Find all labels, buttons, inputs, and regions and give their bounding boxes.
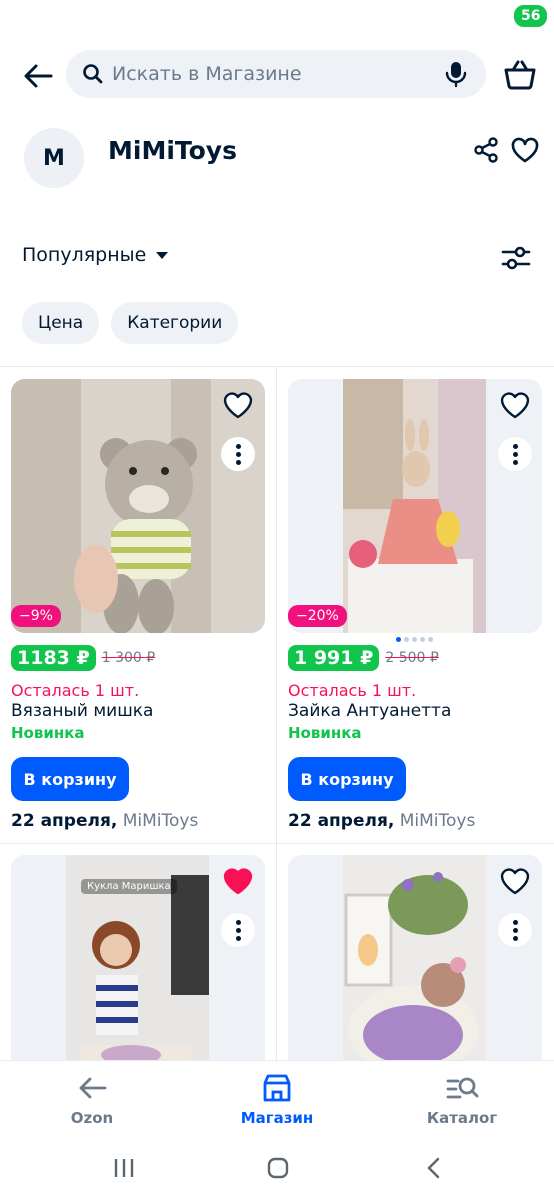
grid-divider	[0, 843, 554, 844]
favorite-heart-icon[interactable]	[510, 136, 540, 164]
new-badge: Новинка	[11, 724, 85, 742]
nav-label: Каталог	[426, 1109, 498, 1127]
image-caption: Кукла Маришка	[81, 879, 177, 894]
price-row: 1 991 ₽ 2 500 ₽	[288, 645, 439, 671]
more-options-button[interactable]	[221, 437, 255, 471]
favorite-heart-icon[interactable]	[498, 389, 532, 421]
product-grid: −9% 1183 ₽ 1 300 ₽ Осталась 1 шт. Вязаны…	[0, 366, 554, 1060]
favorite-heart-filled-icon[interactable]	[221, 865, 255, 897]
discount-badge: −20%	[288, 605, 347, 627]
favorite-heart-icon[interactable]	[498, 865, 532, 897]
stock-note: Осталась 1 шт.	[288, 681, 417, 700]
recent-apps-icon[interactable]	[112, 1156, 136, 1180]
bottom-nav: Ozon Магазин Каталог	[0, 1060, 554, 1140]
filter-icon[interactable]	[500, 242, 532, 274]
price: 1183 ₽	[11, 645, 96, 671]
cart-count-badge: 56	[512, 3, 550, 29]
more-options-button[interactable]	[498, 913, 532, 947]
caret-down-icon	[156, 251, 169, 259]
chip-price[interactable]: Цена	[22, 302, 100, 344]
microphone-icon[interactable]	[444, 60, 468, 88]
old-price: 2 500 ₽	[385, 650, 439, 666]
more-options-button[interactable]	[498, 437, 532, 471]
nav-item-ozon[interactable]: Ozon	[22, 1071, 162, 1127]
stock-note: Осталась 1 шт.	[11, 681, 140, 700]
top-bar: Искать в Магазине	[0, 48, 554, 102]
delivery-date: 22 апреля,	[288, 811, 395, 831]
seller-name[interactable]: MiMiToys	[400, 811, 476, 831]
arrow-left-icon	[24, 64, 53, 88]
store-header: M MiMiToys	[0, 128, 554, 192]
filter-chips: Цена Категории	[22, 302, 239, 344]
price-row: 1183 ₽ 1 300 ₽	[11, 645, 155, 671]
add-to-cart-button[interactable]: В корзину	[288, 757, 406, 801]
arrow-left-icon	[79, 1077, 107, 1099]
nav-label: Ozon	[70, 1109, 114, 1127]
back-nav-icon[interactable]	[422, 1156, 446, 1180]
delivery-date: 22 апреля,	[11, 811, 118, 831]
store-name[interactable]: MiMiToys	[108, 136, 237, 165]
share-icon[interactable]	[472, 136, 500, 164]
search-placeholder: Искать в Магазине	[112, 63, 302, 85]
search-icon	[83, 64, 103, 84]
nav-item-store[interactable]: Магазин	[207, 1071, 347, 1127]
nav-label: Магазин	[240, 1109, 314, 1127]
delivery-info: 22 апреля, MiMiToys	[11, 811, 198, 831]
system-nav-bar	[0, 1140, 554, 1200]
cart-icon[interactable]	[500, 54, 540, 94]
seller-name[interactable]: MiMiToys	[123, 811, 199, 831]
search-input[interactable]: Искать в Магазине	[66, 50, 486, 98]
more-options-button[interactable]	[221, 913, 255, 947]
chip-categories[interactable]: Категории	[111, 302, 239, 344]
old-price: 1 300 ₽	[101, 650, 156, 666]
new-badge: Новинка	[288, 724, 362, 742]
sort-label: Популярные	[22, 244, 147, 266]
store-icon	[263, 1074, 291, 1102]
price: 1 991 ₽	[288, 645, 380, 671]
delivery-info: 22 апреля, MiMiToys	[288, 811, 475, 831]
discount-badge: −9%	[11, 605, 61, 627]
grid-divider	[276, 367, 277, 1060]
sort-dropdown[interactable]: Популярные	[22, 244, 169, 266]
nav-item-catalog[interactable]: Каталог	[392, 1071, 532, 1127]
store-avatar[interactable]: M	[24, 128, 84, 188]
product-title[interactable]: Вязаный мишка	[11, 701, 153, 721]
image-pager	[396, 637, 433, 642]
back-button[interactable]	[18, 56, 58, 96]
home-icon[interactable]	[266, 1156, 290, 1180]
product-title[interactable]: Зайка Антуанетта	[288, 701, 451, 721]
catalog-search-icon	[446, 1077, 479, 1099]
add-to-cart-button[interactable]: В корзину	[11, 757, 129, 801]
favorite-heart-icon[interactable]	[221, 389, 255, 421]
